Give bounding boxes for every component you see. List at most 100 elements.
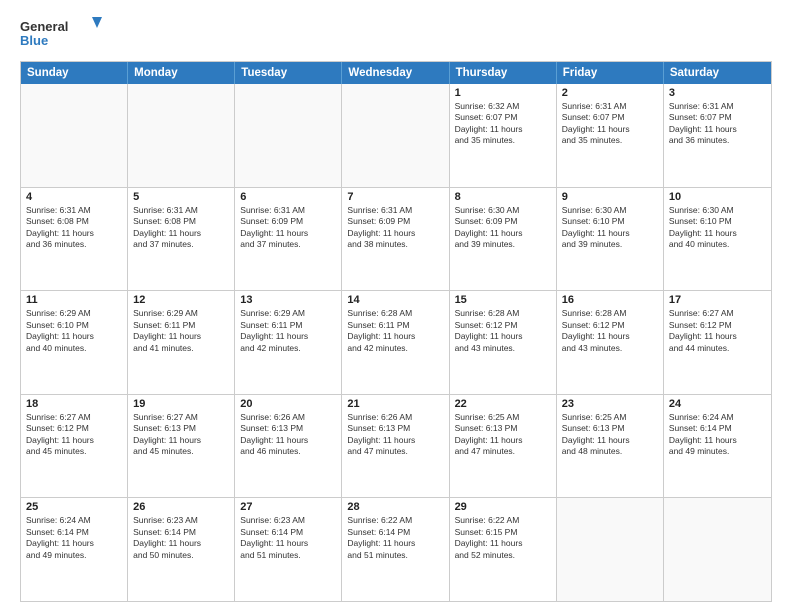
day-cell-9: 9 Sunrise: 6:30 AM Sunset: 6:10 PM Daylig… <box>557 188 664 291</box>
day-cell-empty-0-2 <box>235 84 342 187</box>
day-number: 15 <box>455 294 551 306</box>
day-info: Sunrise: 6:31 AM Sunset: 6:07 PM Dayligh… <box>562 101 658 147</box>
day-number: 5 <box>133 191 229 203</box>
day-info: Sunrise: 6:28 AM Sunset: 6:11 PM Dayligh… <box>347 308 443 354</box>
day-number: 14 <box>347 294 443 306</box>
day-number: 28 <box>347 501 443 513</box>
day-number: 9 <box>562 191 658 203</box>
day-cell-2: 2 Sunrise: 6:31 AM Sunset: 6:07 PM Daylig… <box>557 84 664 187</box>
day-cell-11: 11 Sunrise: 6:29 AM Sunset: 6:10 PM Dayli… <box>21 291 128 394</box>
header: General Blue <box>20 15 772 53</box>
day-info: Sunrise: 6:24 AM Sunset: 6:14 PM Dayligh… <box>669 412 766 458</box>
day-cell-empty-0-1 <box>128 84 235 187</box>
calendar-row-3: 18 Sunrise: 6:27 AM Sunset: 6:12 PM Dayli… <box>21 394 771 498</box>
svg-text:Blue: Blue <box>20 33 48 48</box>
day-cell-15: 15 Sunrise: 6:28 AM Sunset: 6:12 PM Dayli… <box>450 291 557 394</box>
day-number: 27 <box>240 501 336 513</box>
day-cell-13: 13 Sunrise: 6:29 AM Sunset: 6:11 PM Dayli… <box>235 291 342 394</box>
day-number: 21 <box>347 398 443 410</box>
day-info: Sunrise: 6:25 AM Sunset: 6:13 PM Dayligh… <box>455 412 551 458</box>
day-number: 25 <box>26 501 122 513</box>
logo: General Blue <box>20 15 110 53</box>
day-info: Sunrise: 6:31 AM Sunset: 6:09 PM Dayligh… <box>347 205 443 251</box>
svg-text:General: General <box>20 19 68 34</box>
day-cell-19: 19Sunrise: 6:27 AM Sunset: 6:13 PM Dayli… <box>128 395 235 498</box>
day-info: Sunrise: 6:32 AM Sunset: 6:07 PM Dayligh… <box>455 101 551 147</box>
day-info: Sunrise: 6:24 AM Sunset: 6:14 PM Dayligh… <box>26 515 122 561</box>
day-cell-28: 28 Sunrise: 6:22 AM Sunset: 6:14 PM Dayli… <box>342 498 449 601</box>
day-info: Sunrise: 6:28 AM Sunset: 6:12 PM Dayligh… <box>562 308 658 354</box>
weekday-header-sunday: Sunday <box>21 62 128 84</box>
day-number: 17 <box>669 294 766 306</box>
day-cell-1: 1 Sunrise: 6:32 AM Sunset: 6:07 PM Daylig… <box>450 84 557 187</box>
day-cell-3: 3Sunrise: 6:31 AM Sunset: 6:07 PM Daylig… <box>664 84 771 187</box>
day-info: Sunrise: 6:23 AM Sunset: 6:14 PM Dayligh… <box>240 515 336 561</box>
weekday-header-saturday: Saturday <box>664 62 771 84</box>
day-cell-22: 22 Sunrise: 6:25 AM Sunset: 6:13 PM Dayli… <box>450 395 557 498</box>
day-number: 16 <box>562 294 658 306</box>
calendar-body: 1 Sunrise: 6:32 AM Sunset: 6:07 PM Daylig… <box>21 84 771 601</box>
day-cell-25: 25 Sunrise: 6:24 AM Sunset: 6:14 PM Dayli… <box>21 498 128 601</box>
day-cell-24: 24 Sunrise: 6:24 AM Sunset: 6:14 PM Dayli… <box>664 395 771 498</box>
day-info: Sunrise: 6:29 AM Sunset: 6:11 PM Dayligh… <box>240 308 336 354</box>
day-cell-empty-0-0 <box>21 84 128 187</box>
day-number: 4 <box>26 191 122 203</box>
calendar-row-1: 4 Sunrise: 6:31 AM Sunset: 6:08 PM Daylig… <box>21 187 771 291</box>
day-info: Sunrise: 6:31 AM Sunset: 6:09 PM Dayligh… <box>240 205 336 251</box>
day-info: Sunrise: 6:26 AM Sunset: 6:13 PM Dayligh… <box>347 412 443 458</box>
day-info: Sunrise: 6:30 AM Sunset: 6:09 PM Dayligh… <box>455 205 551 251</box>
day-number: 12 <box>133 294 229 306</box>
weekday-header-wednesday: Wednesday <box>342 62 449 84</box>
day-info: Sunrise: 6:31 AM Sunset: 6:08 PM Dayligh… <box>133 205 229 251</box>
day-cell-10: 10 Sunrise: 6:30 AM Sunset: 6:10 PM Dayli… <box>664 188 771 291</box>
day-number: 24 <box>669 398 766 410</box>
day-number: 8 <box>455 191 551 203</box>
day-number: 23 <box>562 398 658 410</box>
day-number: 3 <box>669 87 766 99</box>
day-number: 18 <box>26 398 122 410</box>
logo-svg: General Blue <box>20 15 110 53</box>
weekday-header-tuesday: Tuesday <box>235 62 342 84</box>
day-info: Sunrise: 6:22 AM Sunset: 6:15 PM Dayligh… <box>455 515 551 561</box>
day-info: Sunrise: 6:26 AM Sunset: 6:13 PM Dayligh… <box>240 412 336 458</box>
calendar-row-0: 1 Sunrise: 6:32 AM Sunset: 6:07 PM Daylig… <box>21 84 771 187</box>
page: General Blue SundayMondayTuesdayWednesda… <box>0 0 792 612</box>
day-cell-5: 5 Sunrise: 6:31 AM Sunset: 6:08 PM Daylig… <box>128 188 235 291</box>
calendar-header: SundayMondayTuesdayWednesdayThursdayFrid… <box>21 62 771 84</box>
day-info: Sunrise: 6:27 AM Sunset: 6:13 PM Dayligh… <box>133 412 229 458</box>
day-cell-20: 20 Sunrise: 6:26 AM Sunset: 6:13 PM Dayli… <box>235 395 342 498</box>
weekday-header-monday: Monday <box>128 62 235 84</box>
day-number: 22 <box>455 398 551 410</box>
day-info: Sunrise: 6:27 AM Sunset: 6:12 PM Dayligh… <box>669 308 766 354</box>
day-cell-empty-4-6 <box>664 498 771 601</box>
day-cell-29: 29 Sunrise: 6:22 AM Sunset: 6:15 PM Dayli… <box>450 498 557 601</box>
day-number: 2 <box>562 87 658 99</box>
day-info: Sunrise: 6:25 AM Sunset: 6:13 PM Dayligh… <box>562 412 658 458</box>
day-cell-18: 18 Sunrise: 6:27 AM Sunset: 6:12 PM Dayli… <box>21 395 128 498</box>
day-number: 11 <box>26 294 122 306</box>
day-number: 7 <box>347 191 443 203</box>
day-number: 10 <box>669 191 766 203</box>
day-number: 29 <box>455 501 551 513</box>
day-cell-17: 17 Sunrise: 6:27 AM Sunset: 6:12 PM Dayli… <box>664 291 771 394</box>
day-cell-27: 27 Sunrise: 6:23 AM Sunset: 6:14 PM Dayli… <box>235 498 342 601</box>
day-info: Sunrise: 6:29 AM Sunset: 6:10 PM Dayligh… <box>26 308 122 354</box>
day-info: Sunrise: 6:22 AM Sunset: 6:14 PM Dayligh… <box>347 515 443 561</box>
day-cell-empty-0-3 <box>342 84 449 187</box>
day-number: 20 <box>240 398 336 410</box>
day-number: 13 <box>240 294 336 306</box>
calendar-row-2: 11 Sunrise: 6:29 AM Sunset: 6:10 PM Dayli… <box>21 290 771 394</box>
day-info: Sunrise: 6:30 AM Sunset: 6:10 PM Dayligh… <box>562 205 658 251</box>
calendar: SundayMondayTuesdayWednesdayThursdayFrid… <box>20 61 772 602</box>
day-info: Sunrise: 6:29 AM Sunset: 6:11 PM Dayligh… <box>133 308 229 354</box>
day-info: Sunrise: 6:28 AM Sunset: 6:12 PM Dayligh… <box>455 308 551 354</box>
day-cell-26: 26Sunrise: 6:23 AM Sunset: 6:14 PM Dayli… <box>128 498 235 601</box>
day-info: Sunrise: 6:30 AM Sunset: 6:10 PM Dayligh… <box>669 205 766 251</box>
day-cell-21: 21 Sunrise: 6:26 AM Sunset: 6:13 PM Dayli… <box>342 395 449 498</box>
day-cell-empty-4-5 <box>557 498 664 601</box>
day-number: 1 <box>455 87 551 99</box>
day-cell-16: 16 Sunrise: 6:28 AM Sunset: 6:12 PM Dayli… <box>557 291 664 394</box>
day-cell-7: 7 Sunrise: 6:31 AM Sunset: 6:09 PM Daylig… <box>342 188 449 291</box>
calendar-row-4: 25 Sunrise: 6:24 AM Sunset: 6:14 PM Dayli… <box>21 497 771 601</box>
day-info: Sunrise: 6:27 AM Sunset: 6:12 PM Dayligh… <box>26 412 122 458</box>
